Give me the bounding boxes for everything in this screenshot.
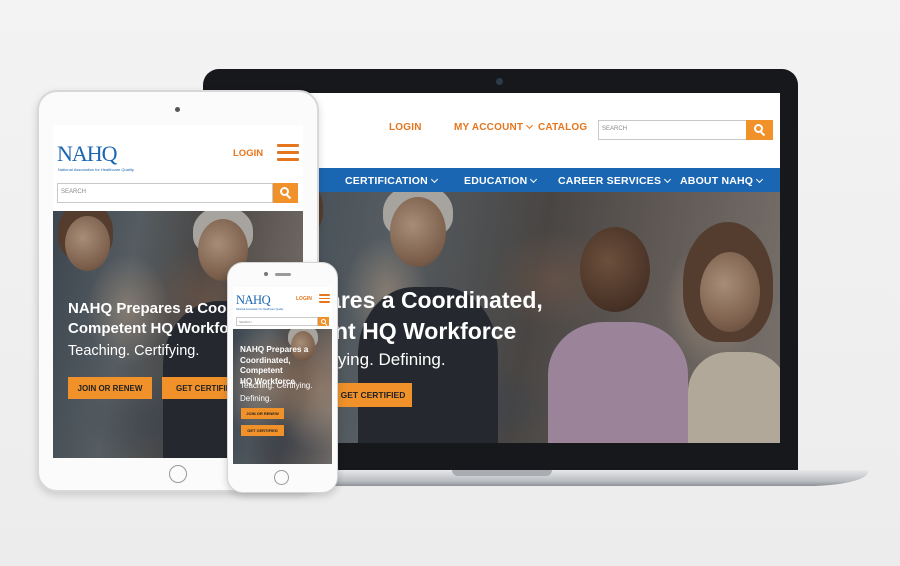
login-link[interactable]: LOGIN [389,122,422,133]
hero-image: NAHQ Prepares a Coordinated, Competent H… [233,329,332,464]
hamburger-menu-icon[interactable] [277,144,299,161]
nav-label: ABOUT NAHQ [680,175,754,187]
join-or-renew-button[interactable]: JOIN OR RENEW [241,408,284,419]
hero-subtitle: Teaching. Certifying. [68,343,200,359]
hero-title: pares a Coordinated, nt HQ Workforce [314,285,543,347]
get-certified-button[interactable]: GET CERTIFIED [241,425,284,436]
tablet-home-button[interactable] [169,465,187,483]
laptop-camera [496,78,503,85]
chevron-down-icon [526,121,534,130]
chevron-down-icon [530,175,538,184]
tablet-camera [175,107,180,112]
search-input[interactable]: SEARCH [57,183,273,203]
hero-title-line: nt HQ Workforce [334,318,517,344]
laptop-notch [452,470,552,476]
chevron-down-icon [664,175,672,184]
search-button[interactable] [318,317,329,326]
search-button[interactable] [273,183,298,203]
search-icon [320,318,327,326]
search-input[interactable]: SEARCH [598,120,773,140]
hero-title-line: Coordinated, Competent [240,355,291,376]
nav-label: EDUCATION [464,175,528,187]
phone-speaker [275,273,291,276]
my-account-link[interactable]: MY ACCOUNT [454,121,534,133]
nahq-logo[interactable]: NAHQ [236,293,271,308]
chevron-down-icon [430,175,438,184]
phone-camera [264,272,268,276]
search-placeholder: SEARCH [239,320,252,324]
logo-tagline: National Association for Healthcare Qual… [236,308,284,311]
hero-subtitle: Teaching. Certifying. Defining. [240,379,312,405]
search-placeholder: SEARCH [61,189,87,195]
nav-item-about-nahq[interactable]: ABOUT NAHQ [680,175,764,187]
get-certified-button[interactable]: GET CERTIFIED [334,383,412,407]
nav-item-certification[interactable]: CERTIFICATION [345,175,438,187]
nahq-logo[interactable]: NAHQ [57,141,118,167]
login-link[interactable]: LOGIN [233,148,263,159]
join-or-renew-button[interactable]: JOIN OR RENEW [68,377,152,399]
search-icon [753,124,766,137]
hero-subtitle-line: Teaching. Certifying. [240,381,313,390]
search-placeholder: SEARCH [602,126,628,132]
hero-title-line: Competent HQ Workforc [68,320,243,337]
catalog-link[interactable]: CATALOG [538,122,587,133]
hero-subtitle-line: Defining. [240,394,272,403]
login-link[interactable]: LOGIN [296,296,312,302]
nav-item-career-services[interactable]: CAREER SERVICES [558,175,672,187]
phone-home-button[interactable] [274,470,289,485]
chevron-down-icon [756,175,764,184]
hamburger-menu-icon[interactable] [319,294,330,303]
search-icon [279,187,292,200]
phone-screen: NAHQ National Association for Healthcare… [233,287,332,464]
nav-label: CERTIFICATION [345,175,428,187]
hero-title-line: NAHQ Prepares a Coord [68,300,242,317]
nav-label: CAREER SERVICES [558,175,662,187]
hero-title-line: NAHQ Prepares a [240,345,309,354]
nav-item-education[interactable]: EDUCATION [464,175,538,187]
logo-tagline: National Association for Healthcare Qual… [58,167,134,172]
hero-title-line: pares a Coordinated, [314,287,543,313]
hero-title: NAHQ Prepares a Coord Competent HQ Workf… [68,299,243,339]
search-input[interactable]: SEARCH [236,317,318,326]
my-account-label: MY ACCOUNT [454,122,524,133]
search-button[interactable] [746,120,773,140]
